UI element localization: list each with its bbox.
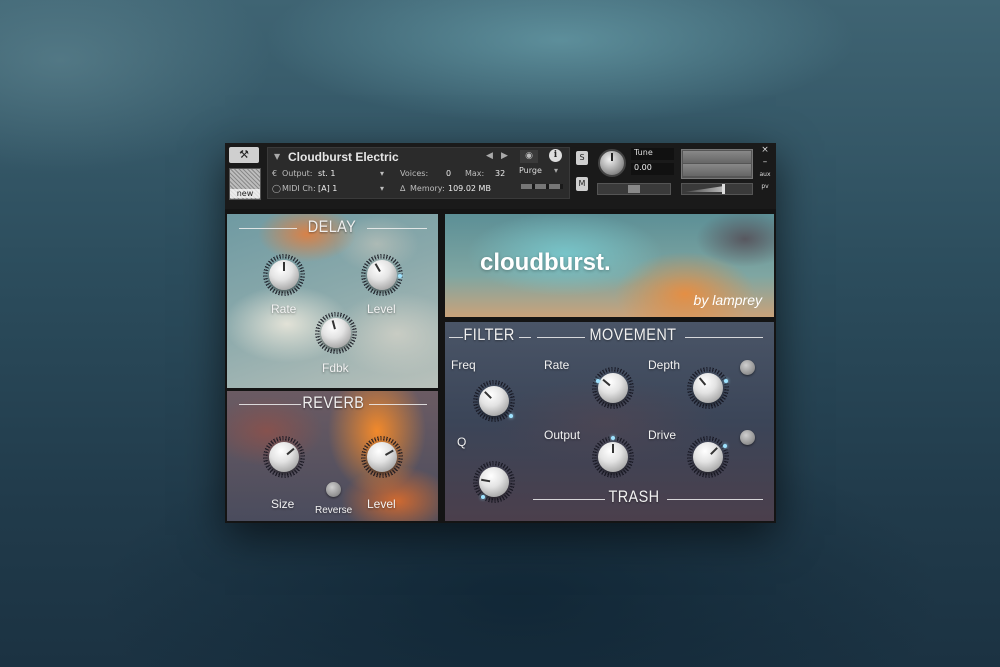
new-instrument-button[interactable]: new: [229, 168, 261, 200]
midi-dropdown-icon[interactable]: ▾: [380, 184, 384, 193]
minimize-icon[interactable]: –: [759, 157, 771, 167]
output-icon: €: [272, 169, 278, 178]
filter-title-rule-left: [449, 337, 463, 338]
delay-level-knob[interactable]: [361, 254, 403, 296]
movement-title: MOVEMENT: [589, 325, 677, 344]
close-icon[interactable]: ×: [759, 145, 771, 155]
tune-label: Tune: [631, 148, 674, 160]
brand-byline: by lamprey: [693, 292, 762, 308]
movement-depth-label: Depth: [648, 358, 681, 372]
pan-slider[interactable]: [597, 183, 671, 195]
reverb-reverse-label: Reverse: [315, 505, 353, 516]
filter-q-label: Q: [457, 435, 467, 449]
trash-drive-label: Drive: [648, 428, 677, 442]
purge-meter: [521, 184, 563, 189]
reverb-level-label: Level: [367, 497, 396, 511]
reverb-title-rule-right: [369, 404, 427, 405]
voices-value: 0: [446, 169, 452, 178]
prev-arrow-icon[interactable]: ◀: [486, 151, 493, 161]
movement-toggle[interactable]: [740, 360, 755, 375]
solo-button[interactable]: S: [576, 151, 588, 165]
delay-feedback-label: Fdbk: [322, 361, 349, 375]
info-icon[interactable]: i: [549, 149, 562, 162]
purge-menu[interactable]: Purge: [519, 166, 542, 175]
filter-q-knob[interactable]: [473, 461, 515, 503]
pv-button[interactable]: pv: [759, 183, 771, 190]
dropdown-arrow-icon[interactable]: ▼: [274, 152, 280, 161]
delay-rate-knob[interactable]: [263, 254, 305, 296]
tune-value[interactable]: 0.00: [631, 163, 674, 175]
midi-icon: ◯: [272, 184, 281, 193]
aux-button[interactable]: aux: [759, 171, 771, 178]
instrument-name[interactable]: Cloudburst Electric: [288, 150, 399, 164]
filter-freq-label: Freq: [451, 358, 476, 372]
wrench-icon[interactable]: ⚒: [229, 147, 259, 163]
filter-title: FILTER: [463, 325, 515, 344]
volume-slider[interactable]: [681, 183, 753, 195]
midi-channel-select[interactable]: [A] 1: [318, 184, 337, 193]
brand-banner: cloudburst. by lamprey: [445, 214, 774, 317]
memory-value: 109.02 MB: [448, 184, 491, 193]
kontakt-instrument-window: ⚒ new ▼ Cloudburst Electric ◀ ▶ ◉ € Outp…: [225, 143, 776, 523]
output-level-meters: [681, 149, 753, 179]
delay-panel: DELAY Rate Level Fdbk: [227, 214, 438, 388]
mute-button[interactable]: M: [576, 177, 588, 191]
delay-level-label: Level: [367, 302, 396, 316]
trash-drive-knob[interactable]: [687, 436, 729, 478]
brand-title: cloudburst.: [480, 249, 611, 276]
instrument-header: ⚒ new ▼ Cloudburst Electric ◀ ▶ ◉ € Outp…: [225, 143, 776, 209]
max-label: Max:: [465, 169, 485, 178]
trash-title-rule-left: [533, 499, 605, 500]
delay-title-rule-left: [239, 228, 297, 229]
memory-icon: ∆: [400, 184, 406, 193]
trash-output-label: Output: [544, 428, 581, 442]
filter-movement-trash-panel: FILTER MOVEMENT Freq Q Rate Depth Output: [445, 322, 774, 521]
delay-title-rule-right: [367, 228, 427, 229]
reverb-panel: REVERB Size Reverse Level: [227, 391, 438, 521]
reverb-level-knob[interactable]: [361, 436, 403, 478]
reverb-reverse-toggle[interactable]: [326, 482, 341, 497]
max-voices-value[interactable]: 32: [495, 169, 505, 178]
movement-title-rule-left: [537, 337, 585, 338]
trash-title-rule-right: [667, 499, 763, 500]
movement-rate-knob[interactable]: [592, 367, 634, 409]
movement-depth-knob[interactable]: [687, 367, 729, 409]
next-arrow-icon[interactable]: ▶: [501, 151, 508, 161]
reverb-title-rule-left: [239, 404, 301, 405]
memory-label: Memory:: [410, 184, 445, 193]
output-label: Output:: [282, 169, 313, 178]
delay-title: DELAY: [307, 217, 357, 236]
midi-label: MIDI Ch:: [282, 184, 316, 193]
reverb-title: REVERB: [302, 393, 365, 412]
movement-rate-label: Rate: [544, 358, 570, 372]
trash-output-knob[interactable]: [592, 436, 634, 478]
delay-feedback-knob[interactable]: [315, 312, 357, 354]
delay-rate-label: Rate: [271, 302, 297, 316]
trash-toggle[interactable]: [740, 430, 755, 445]
movement-title-rule-right: [685, 337, 763, 338]
reverb-size-label: Size: [271, 497, 295, 511]
filter-title-rule-right: [519, 337, 531, 338]
camera-icon[interactable]: ◉: [520, 150, 538, 163]
reverb-size-knob[interactable]: [263, 436, 305, 478]
output-dropdown-icon[interactable]: ▾: [380, 169, 384, 178]
purge-dropdown-icon[interactable]: ▾: [554, 166, 558, 175]
voices-label: Voices:: [400, 169, 429, 178]
filter-freq-knob[interactable]: [473, 380, 515, 422]
new-label: new: [230, 189, 260, 198]
tune-knob[interactable]: [598, 149, 626, 177]
output-select[interactable]: st. 1: [318, 169, 335, 178]
trash-title: TRASH: [608, 487, 660, 506]
